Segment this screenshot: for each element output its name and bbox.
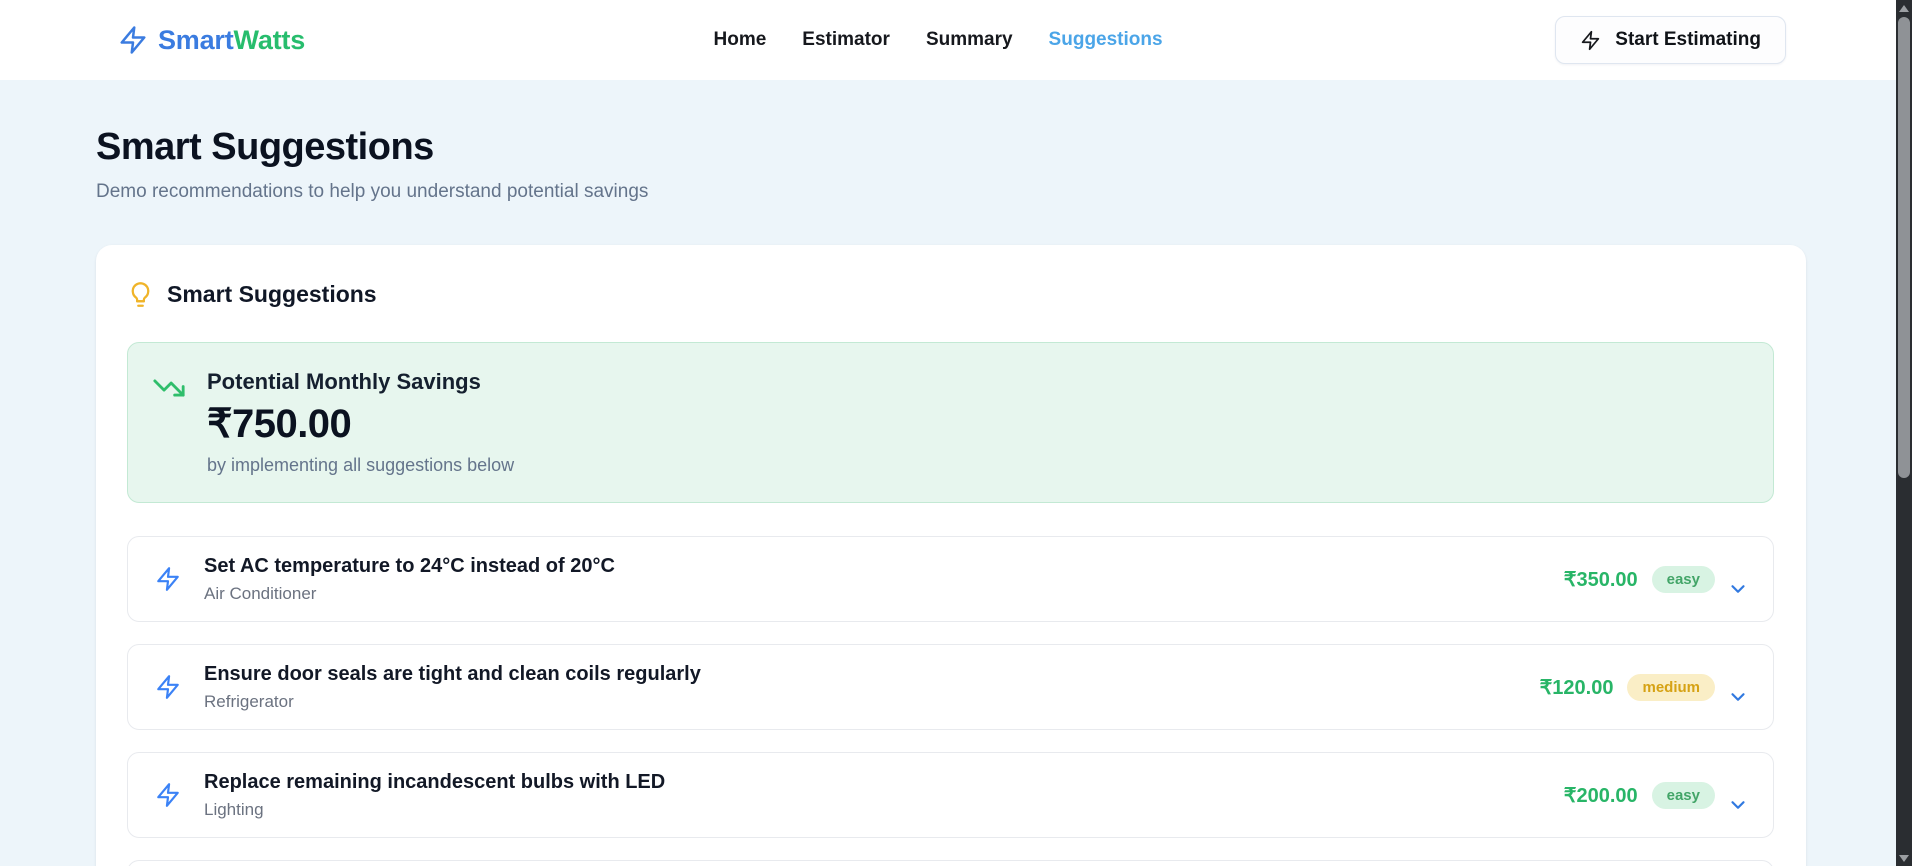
difficulty-badge: medium xyxy=(1627,673,1715,701)
nav-link-summary[interactable]: Summary xyxy=(926,29,1013,51)
chevron-down-icon[interactable] xyxy=(1727,794,1749,816)
scrollbar-track[interactable] xyxy=(1896,0,1912,866)
suggestion-texts: Set AC temperature to 24°C instead of 20… xyxy=(204,555,615,604)
zap-icon xyxy=(155,782,181,808)
scrollbar-thumb[interactable] xyxy=(1898,17,1910,478)
brand-name-first: Smart xyxy=(158,24,234,55)
suggestion-row-right: ₹350.00 easy xyxy=(1564,558,1749,600)
potential-savings-banner: Potential Monthly Savings ₹750.00 by imp… xyxy=(127,342,1774,503)
banner-title: Potential Monthly Savings xyxy=(207,369,481,394)
suggestions-card: Smart Suggestions Potential Monthly Savi… xyxy=(96,245,1806,866)
suggestion-category: Air Conditioner xyxy=(204,583,317,603)
start-estimating-label: Start Estimating xyxy=(1615,29,1761,50)
scrollbar-up-arrow[interactable] xyxy=(1899,5,1909,12)
suggestion-row-right: ₹200.00 easy xyxy=(1564,774,1749,816)
difficulty-badge: easy xyxy=(1651,781,1715,809)
nav-link-suggestions[interactable]: Suggestions xyxy=(1049,29,1163,51)
main-nav: Home Estimator Summary Suggestions xyxy=(714,0,1163,80)
suggestion-category: Lighting xyxy=(204,799,264,819)
suggestion-row[interactable]: Set AC temperature to 24°C instead of 20… xyxy=(127,536,1774,622)
suggestion-title: Set AC temperature to 24°C instead of 20… xyxy=(204,554,615,577)
zap-icon xyxy=(155,566,181,592)
page-subtitle: Demo recommendations to help you underst… xyxy=(96,181,649,202)
nav-link-estimator[interactable]: Estimator xyxy=(802,29,890,51)
chevron-down-icon[interactable] xyxy=(1727,578,1749,600)
suggestion-savings: ₹120.00 xyxy=(1539,676,1614,699)
brand-logo[interactable]: SmartWatts xyxy=(118,25,305,56)
suggestion-texts: Ensure door seals are tight and clean co… xyxy=(204,663,701,712)
brand-name-second: Watts xyxy=(233,24,306,55)
brand-name: SmartWatts xyxy=(158,25,305,56)
suggestion-row-right: ₹120.00 medium xyxy=(1540,666,1749,708)
suggestion-category: Refrigerator xyxy=(204,691,294,711)
suggestion-savings: ₹200.00 xyxy=(1563,784,1638,807)
banner-note: by implementing all suggestions below xyxy=(207,455,515,475)
suggestion-savings: ₹350.00 xyxy=(1563,568,1638,591)
zap-icon xyxy=(1580,30,1601,51)
difficulty-badge: easy xyxy=(1651,565,1715,593)
app-header: SmartWatts Home Estimator Summary Sugges… xyxy=(0,0,1912,80)
scrollbar-down-arrow[interactable] xyxy=(1899,855,1909,862)
suggestion-row-left: Ensure door seals are tight and clean co… xyxy=(155,663,701,712)
trending-down-icon xyxy=(152,371,186,405)
main-content: Smart Suggestions Demo recommendations t… xyxy=(96,126,1806,866)
suggestion-row-left: Set AC temperature to 24°C instead of 20… xyxy=(155,555,615,604)
nav-link-home[interactable]: Home xyxy=(714,29,767,51)
lightbulb-icon xyxy=(127,281,154,308)
card-header: Smart Suggestions xyxy=(127,281,1774,308)
banner-texts: Potential Monthly Savings ₹750.00 by imp… xyxy=(207,369,514,476)
page-title: Smart Suggestions xyxy=(96,126,434,168)
suggestion-title: Ensure door seals are tight and clean co… xyxy=(204,662,701,685)
suggestion-title: Replace remaining incandescent bulbs wit… xyxy=(204,770,666,793)
banner-amount: ₹750.00 xyxy=(207,402,352,446)
chevron-down-icon[interactable] xyxy=(1727,686,1749,708)
suggestion-texts: Replace remaining incandescent bulbs wit… xyxy=(204,771,665,820)
card-title: Smart Suggestions xyxy=(167,281,377,307)
suggestion-row-partial[interactable] xyxy=(127,860,1774,866)
suggestion-row[interactable]: Ensure door seals are tight and clean co… xyxy=(127,644,1774,730)
start-estimating-button[interactable]: Start Estimating xyxy=(1555,16,1786,64)
zap-icon xyxy=(155,674,181,700)
suggestion-row-left: Replace remaining incandescent bulbs wit… xyxy=(155,771,665,820)
suggestion-row[interactable]: Replace remaining incandescent bulbs wit… xyxy=(127,752,1774,838)
zap-icon xyxy=(118,25,148,55)
